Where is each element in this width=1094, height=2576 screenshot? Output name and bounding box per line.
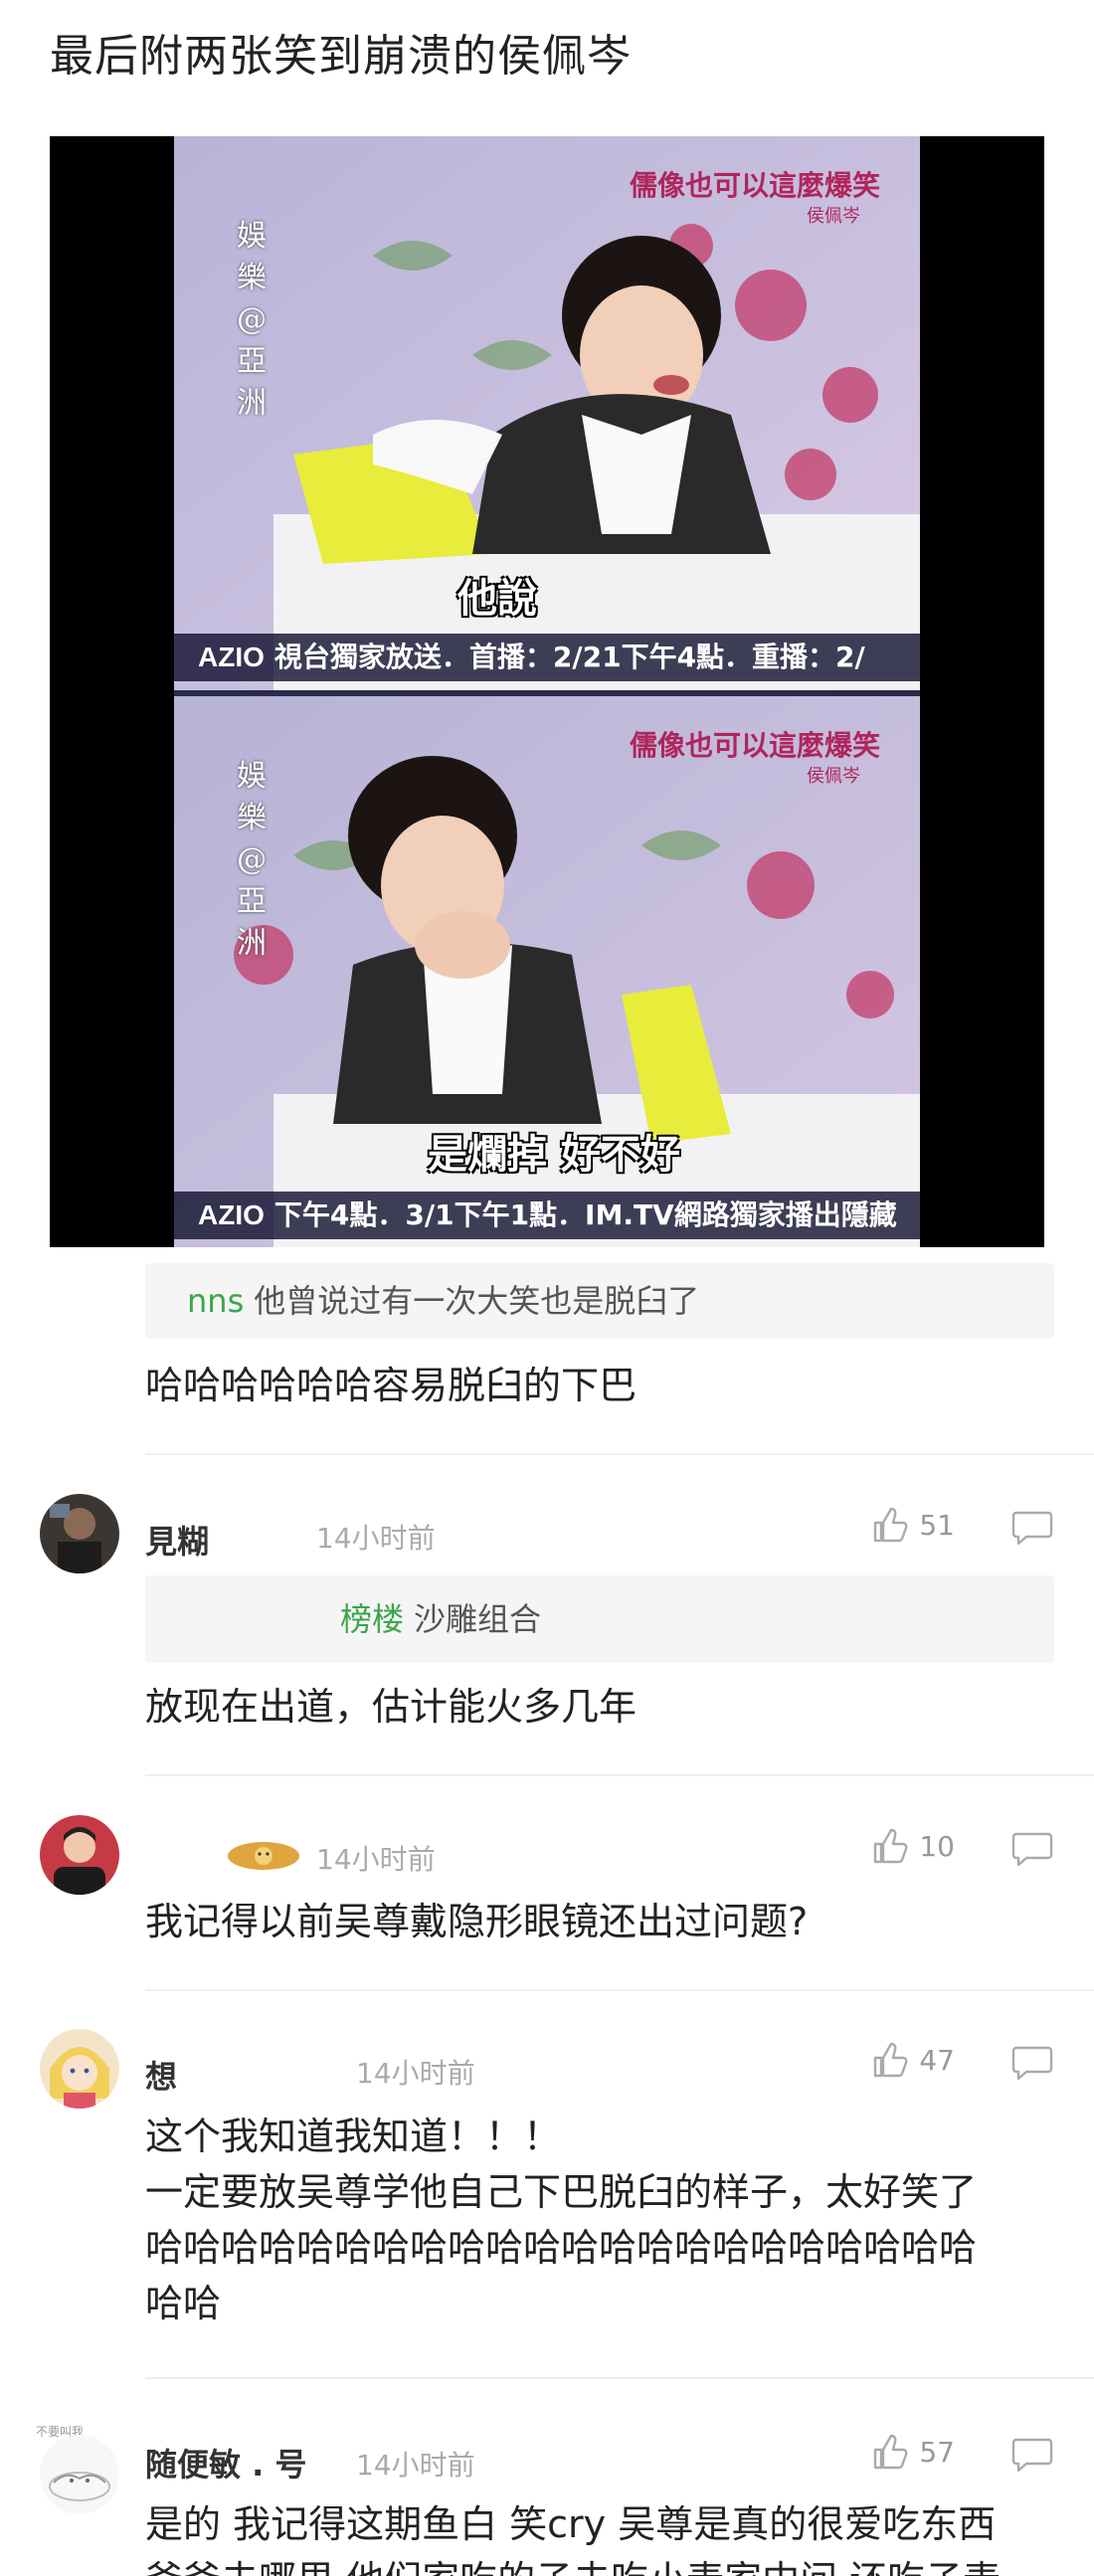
avatar[interactable]	[40, 2435, 119, 2514]
channel-side-mark: 娛 樂 @ 亞 洲	[237, 219, 267, 421]
thumbs-up-icon	[874, 2434, 908, 2470]
like-count: 47	[919, 2043, 955, 2077]
comment-text: 我记得以前吴尊戴隐形眼镜还出过问题?	[145, 1900, 809, 1943]
comment-text: 放现在出道，估计能火多几年	[145, 1685, 638, 1729]
comment-bubble-icon	[1011, 1832, 1053, 1867]
comment-text-partial: 爸爸去哪里 他们家吃的子去吃小麦家中问 还吃子麦	[145, 2552, 1001, 2576]
comment-line: 哈哈哈哈哈哈哈哈哈哈哈哈哈哈哈哈哈哈哈哈哈哈	[145, 2226, 978, 2270]
comment-username-badge[interactable]	[225, 1838, 302, 1874]
comment-time: 14小时前	[356, 2057, 475, 2090]
comment-line: 哈哈	[145, 2282, 222, 2325]
comment-divider	[145, 1774, 1094, 1776]
comment-username[interactable]: 想	[145, 2052, 177, 2098]
thumbs-up-icon	[874, 2042, 908, 2078]
comment-bubble-icon	[1011, 2046, 1053, 2081]
video-subtitle: 他說	[457, 576, 537, 622]
reply-button[interactable]	[1010, 2434, 1054, 2474]
like-button[interactable]: 51	[869, 1505, 955, 1545]
comment-divider	[145, 1989, 1094, 1991]
video-ticker: AZIO 視台獨家放送．首播：2/21下午4點．重播：2/	[174, 634, 920, 681]
video-frame-bottom: 儒像也可以這麼爆笑 侯佩岑 娛 樂 @ 亞 洲 是爛掉 好不好 AZIO 下午4點…	[174, 696, 920, 1247]
reply-button[interactable]	[1010, 2042, 1054, 2082]
comment-time: 14小时前	[316, 1843, 436, 1876]
quoted-username[interactable]: nns	[187, 1282, 244, 1320]
comment-time: 14小时前	[356, 2449, 475, 2482]
post-image[interactable]: 儒像也可以這麼爆笑 侯佩岑 娛 樂 @ 亞 洲 他說 AZIO 視台獨家放送．首播…	[50, 136, 1044, 1247]
lion-badge-icon	[228, 1842, 299, 1870]
comment-line: 一定要放吴尊学他自己下巴脱臼的样子，太好笑了	[145, 2170, 978, 2214]
ticker-brand: AZIO	[198, 642, 265, 672]
avatar[interactable]	[40, 2029, 119, 2109]
video-frame-top: 儒像也可以這麼爆笑 侯佩岑 娛 樂 @ 亞 洲 他說 AZIO 視台獨家放送．首播…	[174, 136, 920, 690]
show-title-sub: 侯佩岑	[807, 766, 860, 787]
comment-bubble-icon	[1011, 1511, 1053, 1546]
avatar-cartoon-icon	[40, 2029, 119, 2109]
comment-bubble-icon	[1011, 2438, 1053, 2473]
comment-time: 14小时前	[316, 1522, 436, 1555]
show-title-mark: 儒像也可以這麼爆笑	[629, 169, 880, 202]
avatar-man-icon	[40, 1815, 119, 1895]
ticker-brand: AZIO	[198, 1199, 265, 1230]
comment-divider	[145, 2377, 1094, 2379]
like-count: 51	[919, 1508, 955, 1542]
comment-line: 这个我知道我知道！！！	[145, 2115, 562, 2158]
video-ticker: AZIO 下午4點．3/1下午1點．IM.TV網路獨家播出隱藏	[174, 1192, 920, 1239]
show-title-mark: 儒像也可以這麼爆笑	[629, 729, 880, 762]
quoted-reply[interactable]: nns 他曾说过有一次大笑也是脱臼了	[145, 1263, 1054, 1339]
quoted-text: 沙雕组合	[414, 1600, 542, 1638]
quoted-text: 他曾说过有一次大笑也是脱臼了	[254, 1282, 700, 1320]
quoted-reply[interactable]: 榜楼 沙雕组合	[145, 1575, 1054, 1663]
reply-button[interactable]	[1010, 1507, 1054, 1547]
comment-text: 是的 我记得这期鱼白 笑cry 吴尊是真的很爱吃东西	[145, 2502, 997, 2546]
video-subtitle: 是爛掉 好不好	[428, 1132, 680, 1178]
like-button[interactable]: 57	[869, 2432, 955, 2472]
avatar-sketch-icon	[40, 2435, 119, 2514]
comment-text: 哈哈哈哈哈哈容易脱臼的下巴	[145, 1364, 638, 1407]
ticker-text: 視台獨家放送．首播：2/21下午4點．重播：2/	[274, 641, 865, 673]
like-count: 10	[919, 1829, 955, 1863]
thumbs-up-icon	[874, 1507, 908, 1543]
comment-divider	[145, 1453, 1094, 1455]
quoted-username[interactable]: 榜楼	[340, 1600, 404, 1638]
channel-side-mark: 娛 樂 @ 亞 洲	[237, 759, 267, 961]
like-button[interactable]: 10	[869, 1826, 955, 1866]
comment-text: 这个我知道我知道！！！ 一定要放吴尊学他自己下巴脱臼的样子，太好笑了 哈哈哈哈哈…	[145, 2109, 977, 2331]
post-text: 最后附两张笑到崩溃的侯佩岑	[50, 31, 632, 82]
ticker-text: 下午4點．3/1下午1點．IM.TV網路獨家播出隱藏	[274, 1198, 897, 1231]
avatar[interactable]	[40, 1815, 119, 1895]
reply-button[interactable]	[1010, 1828, 1054, 1868]
comment-username[interactable]: 見糊	[145, 1517, 209, 1563]
avatar[interactable]	[40, 1494, 119, 1573]
show-title-sub: 侯佩岑	[807, 206, 860, 227]
comment-username[interactable]: 随便敏 . 号	[145, 2440, 306, 2485]
like-count: 57	[919, 2435, 955, 2469]
avatar-dark-icon	[40, 1494, 119, 1573]
like-button[interactable]: 47	[869, 2040, 955, 2080]
thumbs-up-icon	[874, 1828, 908, 1864]
